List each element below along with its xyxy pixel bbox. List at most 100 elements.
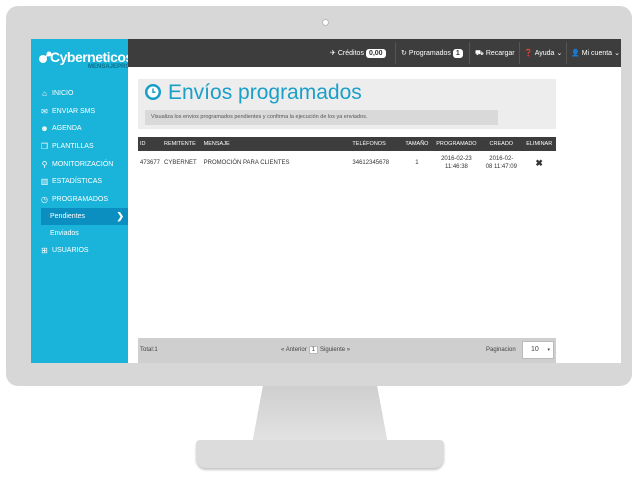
user-icon: 👤 bbox=[571, 50, 580, 57]
credits-item[interactable]: ✈ Créditos 0,00 bbox=[330, 39, 386, 67]
page-size-value: 10 bbox=[531, 346, 539, 353]
created-time: 08 11:47:09 bbox=[485, 164, 517, 170]
delete-icon[interactable]: ✖ bbox=[535, 158, 543, 168]
refresh-icon: ↻ bbox=[401, 50, 407, 57]
column-header: Creado bbox=[480, 137, 523, 151]
sitemap-icon: ⊞ bbox=[41, 246, 48, 256]
column-header: Eliminar bbox=[522, 137, 556, 151]
cell-phones: 34612345678 bbox=[352, 160, 390, 166]
help-menu[interactable]: ❓ Ayuda ⌄ bbox=[524, 39, 562, 67]
monitor-frame: Cyberneticos MENSAJEPRO ⌂ Inicio ✉ Enviar … bbox=[6, 6, 632, 386]
divider bbox=[395, 42, 396, 64]
sidebar-item-label: Programados bbox=[52, 195, 109, 203]
sidebar-item-label: Usuarios bbox=[52, 247, 89, 255]
divider bbox=[519, 42, 520, 64]
sidebar-subitem-label: Pendientes bbox=[50, 213, 86, 221]
scheduled-time: 11:46:38 bbox=[444, 164, 468, 170]
sidebar-item-enviar-sms[interactable]: ✉ Enviar SMS bbox=[31, 103, 128, 121]
pagination-label: Paginacion bbox=[486, 347, 516, 353]
table-header-row: ID Remitente Mensaje Teléfonos Tamaño Pr… bbox=[138, 137, 556, 151]
total-count: Total:1 bbox=[140, 347, 158, 353]
cell-message: PROMOCIÓN PARA CLIENTES bbox=[203, 160, 290, 166]
page-title: Envíos programados bbox=[168, 81, 362, 104]
sidebar: Cyberneticos MENSAJEPRO ⌂ Inicio ✉ Enviar … bbox=[31, 39, 133, 363]
paper-plane-icon: ✈ bbox=[330, 50, 336, 57]
cell-delete: ✖ bbox=[522, 151, 556, 175]
recharge-label: Recargar bbox=[485, 49, 515, 57]
copy-icon: ❐ bbox=[40, 142, 49, 152]
sidebar-item-inicio[interactable]: ⌂ Inicio bbox=[31, 85, 128, 103]
scheduled-table: ID Remitente Mensaje Teléfonos Tamaño Pr… bbox=[138, 137, 556, 175]
table-row: 473677 CYBERNET PROMOCIÓN PARA CLIENTES … bbox=[138, 151, 556, 175]
prev-label: Anterior bbox=[285, 347, 307, 353]
cell-id: 473677 bbox=[140, 160, 161, 166]
monitor-stand-neck bbox=[252, 386, 388, 444]
sidebar-item-agenda[interactable]: ☻ Agenda bbox=[31, 120, 128, 138]
sidebar-subitem-label: Enviados bbox=[50, 230, 79, 238]
account-menu[interactable]: 👤 Mi cuenta ⌄ bbox=[571, 39, 620, 67]
column-header: ID bbox=[138, 137, 163, 151]
brand-subtitle: MENSAJEPRO bbox=[88, 64, 131, 70]
chevron-down-icon: ⌄ bbox=[614, 50, 620, 57]
sidebar-item-label: Plantillas bbox=[52, 143, 94, 151]
sidebar-nav: ⌂ Inicio ✉ Enviar SMS ☻ Agenda ❐ Plantillas … bbox=[31, 85, 128, 260]
sidebar-item-programados[interactable]: ◷ Programados bbox=[31, 191, 128, 209]
monitor-stand-base bbox=[196, 440, 444, 468]
scheduled-item[interactable]: ↻ Programados 1 bbox=[401, 39, 463, 67]
chevron-right-icon: ❯ bbox=[116, 211, 124, 222]
brand-name: Cyberneticos bbox=[50, 49, 133, 65]
envelope-icon: ✉ bbox=[41, 106, 48, 116]
scheduled-label: Programados bbox=[408, 49, 451, 57]
sidebar-item-label: Estadísticas bbox=[52, 178, 103, 186]
table-footer: Total:1 « Anterior 1 Siguiente » Paginac… bbox=[138, 338, 556, 363]
credits-badge: 0,00 bbox=[365, 48, 386, 58]
app-screen: Cyberneticos MENSAJEPRO ⌂ Inicio ✉ Enviar … bbox=[31, 39, 621, 363]
sidebar-subitem-pendientes[interactable]: Pendientes ❯ bbox=[41, 208, 128, 226]
credits-label: Créditos bbox=[337, 49, 364, 57]
created-date: 2016-02- bbox=[489, 156, 514, 162]
cell-size: 1 bbox=[415, 160, 419, 166]
next-label: Siguiente bbox=[320, 347, 346, 353]
sidebar-item-label: Agenda bbox=[52, 125, 82, 133]
column-header: Teléfonos bbox=[350, 137, 402, 151]
bar-chart-icon: ▥ bbox=[40, 177, 49, 187]
clock-icon bbox=[145, 84, 161, 100]
search-icon: ⚲ bbox=[41, 159, 48, 169]
home-icon: ⌂ bbox=[42, 89, 47, 99]
cell-created: 2016-02- 08 11:47:09 bbox=[480, 151, 522, 175]
current-page[interactable]: 1 bbox=[308, 346, 319, 354]
top-bar: ✈ Créditos 0,00 ↻ Programados 1 ⛟ Recarg… bbox=[128, 39, 621, 67]
cell-sender: CYBERNET bbox=[164, 160, 197, 166]
brand-logo[interactable]: Cyberneticos MENSAJEPRO bbox=[38, 45, 133, 79]
help-label: Ayuda bbox=[534, 49, 555, 57]
prev-page-link[interactable]: « Anterior bbox=[281, 347, 307, 353]
sidebar-item-estadisticas[interactable]: ▥ Estadísticas bbox=[31, 173, 128, 191]
page-description: Visualiza los envios programados pendien… bbox=[145, 110, 498, 125]
main-content: Envíos programados Visualiza los envios … bbox=[128, 67, 621, 363]
divider bbox=[566, 42, 567, 64]
sidebar-item-label: Monitorización bbox=[52, 160, 114, 168]
column-header: Tamaño bbox=[401, 137, 433, 151]
sidebar-item-plantillas[interactable]: ❐ Plantillas bbox=[31, 138, 128, 156]
dropdown-arrow-icon: ▾ bbox=[547, 347, 550, 353]
scheduled-badge: 1 bbox=[452, 48, 463, 58]
column-header: Mensaje bbox=[201, 137, 351, 151]
cell-scheduled: 2016-02-23 11:46:38 bbox=[433, 151, 481, 175]
account-label: Mi cuenta bbox=[581, 49, 613, 57]
camera-dot bbox=[322, 19, 329, 26]
cart-icon: ⛟ bbox=[475, 49, 484, 57]
clock-icon: ◷ bbox=[41, 194, 48, 204]
sidebar-item-label: Inicio bbox=[52, 90, 74, 98]
recharge-item[interactable]: ⛟ Recargar bbox=[475, 39, 515, 67]
next-page-link[interactable]: Siguiente » bbox=[320, 347, 350, 353]
page-size-select[interactable]: 10 ▾ bbox=[522, 341, 554, 359]
column-header: Remitente bbox=[162, 137, 202, 151]
sidebar-item-usuarios[interactable]: ⊞ Usuarios bbox=[31, 242, 128, 260]
question-icon: ❓ bbox=[524, 50, 533, 57]
column-header: Programado bbox=[432, 137, 481, 151]
page-header: Envíos programados Visualiza los envios … bbox=[138, 79, 556, 129]
divider bbox=[469, 42, 470, 64]
pagination-nav: « Anterior 1 Siguiente » bbox=[281, 346, 350, 354]
sidebar-subitem-enviados[interactable]: Enviados bbox=[31, 225, 128, 242]
sidebar-item-monitorizacion[interactable]: ⚲ Monitorización bbox=[31, 155, 128, 173]
